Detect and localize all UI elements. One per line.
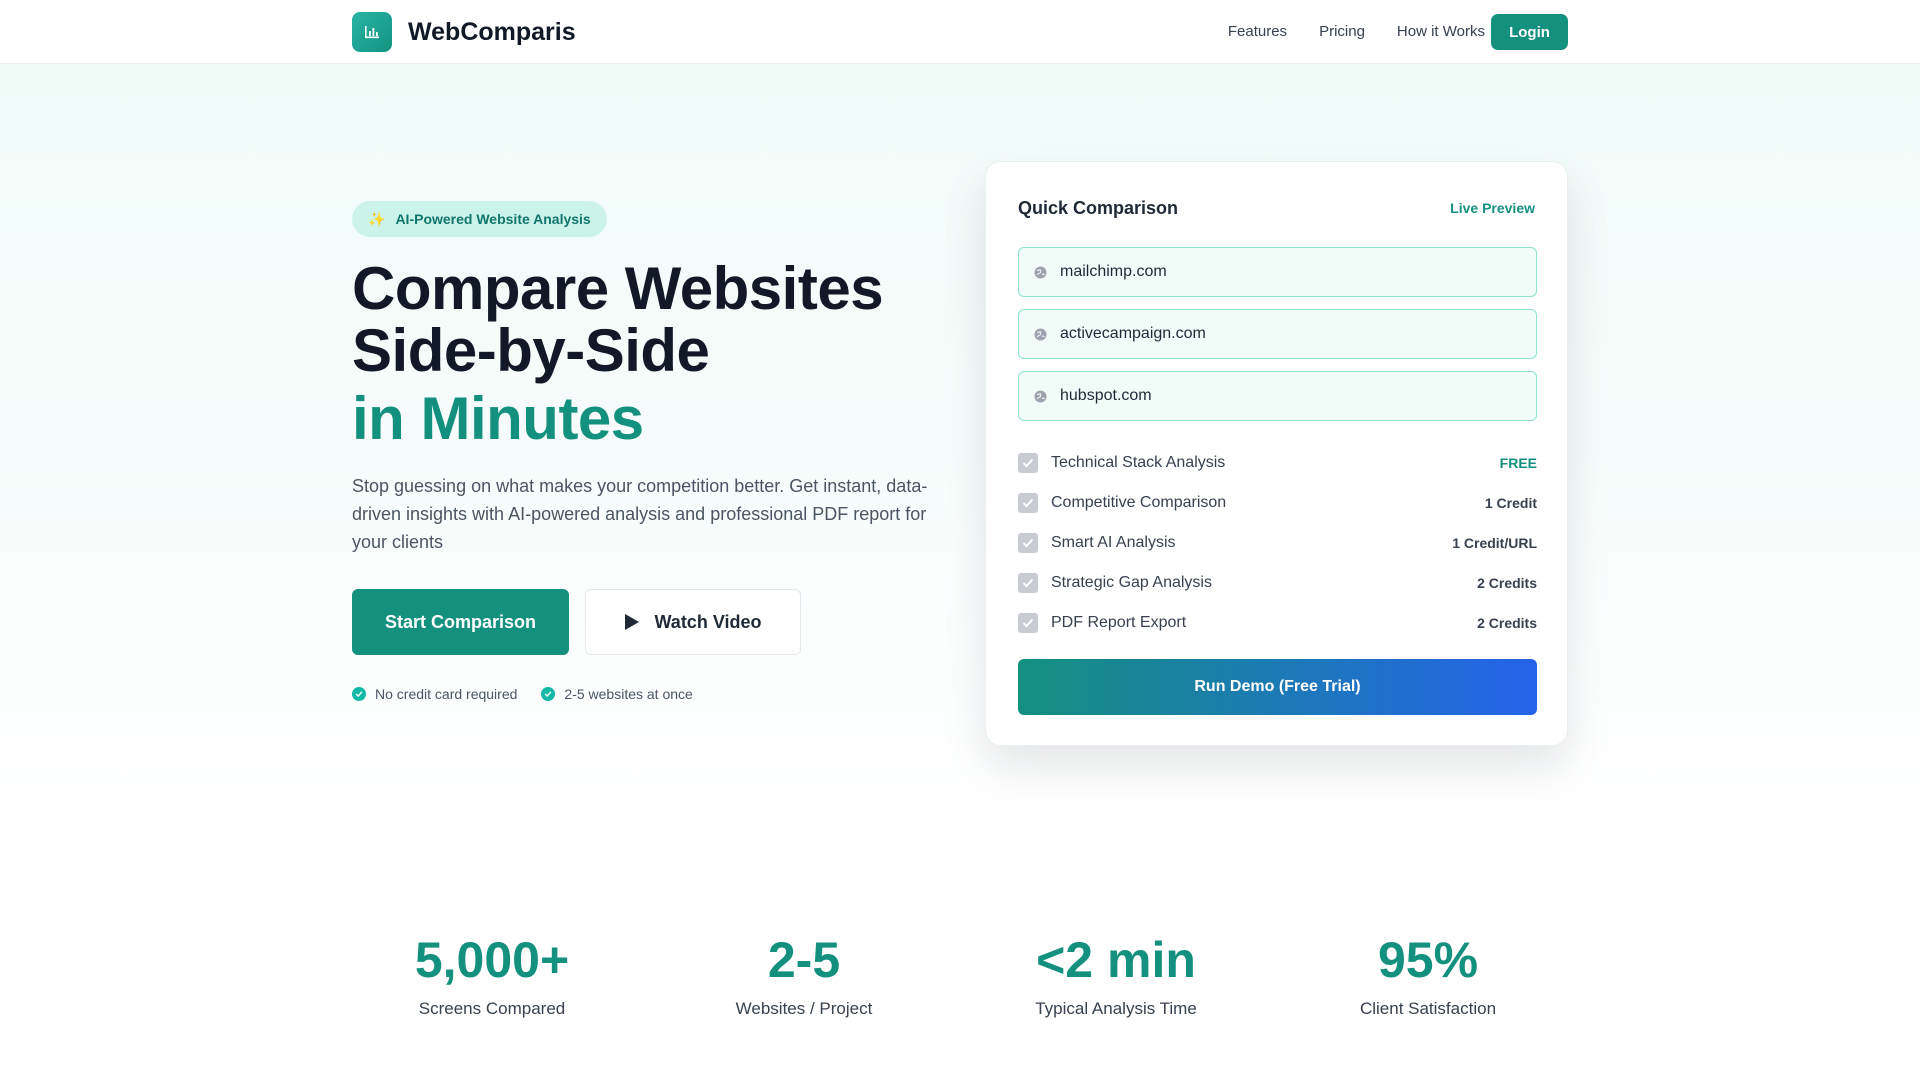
globe-icon — [1034, 328, 1047, 340]
feature-checkbox[interactable] — [1018, 493, 1038, 513]
stat-analysis-time: <2 min Typical Analysis Time — [976, 930, 1256, 1020]
card-title: Quick Comparison — [1018, 198, 1179, 218]
login-button[interactable]: Login — [1491, 14, 1568, 50]
play-icon — [625, 614, 640, 630]
feature-label: PDF Report Export — [1051, 614, 1187, 631]
sparkles-icon: ✨ — [368, 210, 386, 227]
check-circle-icon — [352, 687, 366, 701]
feature-price: 2 Credits — [1477, 575, 1537, 591]
feature-price: 2 Credits — [1477, 615, 1537, 631]
feature-price: 1 Credit/URL — [1452, 535, 1537, 551]
feature-row-smart-ai: Smart AI Analysis 1 Credit/URL — [1018, 531, 1537, 555]
brand-logo[interactable] — [352, 12, 392, 52]
stat-label: Typical Analysis Time — [1035, 999, 1197, 1018]
nav-link-pricing[interactable]: Pricing — [1319, 20, 1365, 44]
feature-checkbox[interactable] — [1018, 533, 1038, 553]
feature-label: Technical Stack Analysis — [1051, 454, 1226, 471]
feature-price: 1 Credit — [1484, 495, 1537, 511]
watch-video-button[interactable]: Watch Video — [585, 589, 801, 655]
stat-label: Client Satisfaction — [1359, 999, 1497, 1018]
quick-comparison-card: Quick Comparison Live Preview mailchimp.… — [985, 161, 1568, 746]
stat-label: Screens Compared — [418, 999, 566, 1018]
feature-checkbox[interactable] — [1018, 613, 1038, 633]
feature-label: Strategic Gap Analysis — [1051, 574, 1212, 591]
nav-link-features[interactable]: Features — [1228, 20, 1287, 44]
hero-badge-label: AI-Powered Website Analysis — [395, 211, 591, 227]
hero-subtitle: Stop guessing on what makes your competi… — [352, 476, 928, 552]
url-input-1[interactable]: mailchimp.com — [1018, 247, 1537, 297]
feature-checkbox[interactable] — [1018, 453, 1038, 473]
start-comparison-button[interactable]: Start Comparison — [352, 589, 569, 655]
stat-websites-per-project: 2-5 Websites / Project — [664, 930, 944, 1020]
feature-label: Competitive Comparison — [1051, 494, 1227, 511]
watch-video-label: Watch Video — [654, 611, 762, 632]
feature-row-technical-stack: Technical Stack Analysis FREE — [1018, 451, 1537, 475]
nav-links: Features Pricing How it Works — [1228, 20, 1485, 44]
live-preview-label: Live Preview — [1450, 200, 1535, 216]
stat-value: 95% — [1377, 932, 1479, 988]
run-demo-button[interactable]: Run Demo (Free Trial) — [1018, 659, 1537, 715]
check-circle-icon — [541, 687, 556, 701]
globe-icon — [1034, 390, 1047, 402]
globe-icon — [1034, 266, 1047, 278]
url-input-3[interactable]: hubspot.com — [1018, 371, 1537, 421]
hero-title: Compare Websites Side-by-Side — [352, 258, 972, 382]
feature-price: FREE — [1499, 455, 1537, 471]
feature-checkbox[interactable] — [1018, 573, 1038, 593]
stat-screens-compared: 5,000+ Screens Compared — [352, 930, 632, 1020]
feature-row-strategic-gap: Strategic Gap Analysis 2 Credits — [1018, 571, 1537, 595]
url-input-value: hubspot.com — [1060, 387, 1152, 404]
hero-title-accent: in Minutes — [352, 385, 644, 452]
url-input-value: mailchimp.com — [1060, 263, 1167, 280]
nav-link-how-it-works[interactable]: How it Works — [1397, 20, 1485, 44]
landing-page: WebComparis Features Pricing How it Work… — [0, 0, 1920, 1080]
stat-value: <2 min — [1036, 932, 1196, 988]
stat-client-satisfaction: 95% Client Satisfaction — [1288, 930, 1568, 1020]
hero-title-line-2: Side-by-Side — [352, 317, 710, 384]
perk-label: No credit card required — [375, 686, 518, 702]
hero-title-line-1: Compare Websites — [352, 255, 884, 322]
perk-item: 2-5 websites at once — [541, 686, 693, 702]
hero-badge: ✨ AI-Powered Website Analysis — [352, 201, 607, 237]
url-input-2[interactable]: activecampaign.com — [1018, 309, 1537, 359]
feature-row-competitive-comparison: Competitive Comparison 1 Credit — [1018, 491, 1537, 515]
hero-perks: No credit card required 2-5 websites at … — [352, 686, 693, 702]
brand-name[interactable]: WebComparis — [408, 16, 576, 48]
perk-label: 2-5 websites at once — [564, 686, 693, 702]
bar-chart-icon — [365, 26, 379, 39]
feature-row-pdf-export: PDF Report Export 2 Credits — [1018, 611, 1537, 635]
feature-label: Smart AI Analysis — [1051, 534, 1176, 551]
url-input-value: activecampaign.com — [1060, 325, 1206, 342]
perk-item: No credit card required — [352, 686, 517, 702]
top-navbar: WebComparis Features Pricing How it Work… — [0, 0, 1920, 64]
stat-label: Websites / Project — [735, 999, 873, 1018]
stat-value: 2-5 — [767, 932, 841, 988]
stat-value: 5,000+ — [414, 932, 570, 988]
